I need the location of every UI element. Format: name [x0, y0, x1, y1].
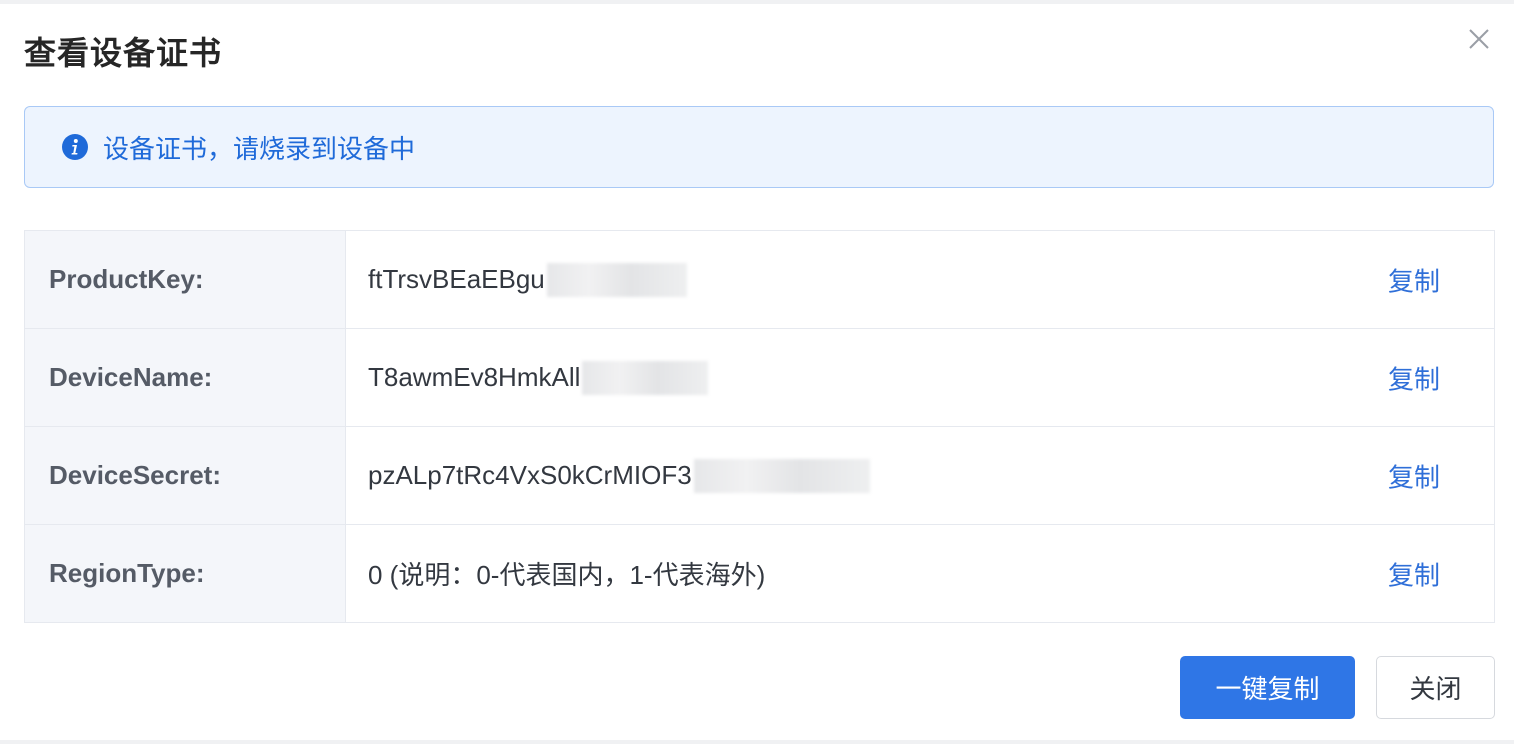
device-certificate-dialog: 查看设备证书 设备证书，请烧录到设备中 ProductKey: ftTrsvBE… [0, 4, 1514, 740]
table-row: DeviceSecret: pzALp7tRc4VxS0kCrMIOF3 复制 [25, 427, 1494, 525]
copy-device-name-button[interactable]: 复制 [1388, 359, 1440, 396]
row-key-product-key: ProductKey: [25, 231, 346, 328]
copy-all-button[interactable]: 一键复制 [1180, 656, 1355, 719]
dialog-title: 查看设备证书 [24, 35, 223, 71]
row-value-product-key: ftTrsvBEaEBgu 复制 [346, 231, 1494, 328]
redacted-blur [582, 360, 709, 395]
region-type-value: 0 (说明：0-代表国内，1-代表海外) [368, 560, 766, 590]
row-value-region-type: 0 (说明：0-代表国内，1-代表海外) 复制 [346, 525, 1494, 622]
row-value-device-secret: pzALp7tRc4VxS0kCrMIOF3 复制 [346, 427, 1494, 524]
redacted-blur [693, 458, 870, 493]
table-row: ProductKey: ftTrsvBEaEBgu 复制 [25, 231, 1494, 329]
close-button[interactable]: 关闭 [1376, 656, 1495, 719]
row-key-device-secret: DeviceSecret: [25, 427, 346, 524]
product-key-value: ftTrsvBEaEBgu [368, 264, 545, 294]
table-row: DeviceName: T8awmEv8HmkAll 复制 [25, 329, 1494, 427]
copy-region-type-button[interactable]: 复制 [1388, 555, 1440, 592]
close-icon[interactable] [1466, 26, 1492, 52]
alert-message: 设备证书，请烧录到设备中 [103, 133, 416, 164]
info-icon [61, 133, 89, 161]
row-value-device-name: T8awmEv8HmkAll 复制 [346, 329, 1494, 426]
device-secret-value: pzALp7tRc4VxS0kCrMIOF3 [368, 460, 692, 490]
redacted-blur [546, 262, 687, 297]
copy-device-secret-button[interactable]: 复制 [1388, 457, 1440, 494]
copy-product-key-button[interactable]: 复制 [1388, 261, 1440, 298]
row-key-device-name: DeviceName: [25, 329, 346, 426]
certificate-table: ProductKey: ftTrsvBEaEBgu 复制 DeviceName:… [24, 230, 1495, 623]
row-key-region-type: RegionType: [25, 525, 346, 622]
device-name-value: T8awmEv8HmkAll [368, 362, 581, 392]
info-alert: 设备证书，请烧录到设备中 [24, 106, 1494, 188]
table-row: RegionType: 0 (说明：0-代表国内，1-代表海外) 复制 [25, 525, 1494, 623]
